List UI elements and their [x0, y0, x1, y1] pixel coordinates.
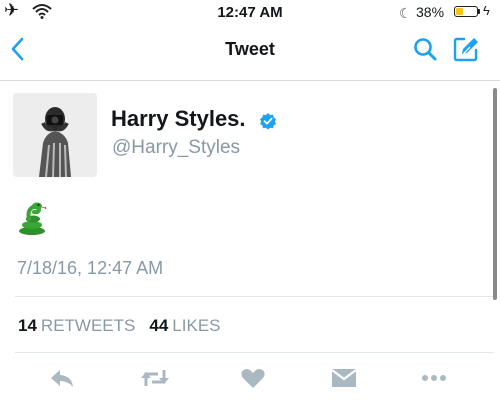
- compose-icon[interactable]: [452, 35, 480, 63]
- avatar[interactable]: [13, 93, 97, 177]
- retweets-stat[interactable]: 14 RETWEETS: [18, 316, 135, 335]
- search-icon[interactable]: [412, 36, 438, 62]
- like-count: 44: [149, 316, 169, 335]
- moon-icon: ☾: [399, 5, 412, 21]
- battery-icon: [454, 6, 478, 17]
- retweets-label: RETWEETS: [40, 316, 136, 335]
- like-icon[interactable]: [240, 366, 266, 390]
- retweet-icon[interactable]: [139, 366, 171, 390]
- battery-percent: 38%: [416, 4, 445, 20]
- divider: [15, 352, 493, 353]
- tweet-stats: 14 RETWEETS 44 LIKES: [18, 316, 221, 336]
- avatar-photo: [13, 93, 97, 177]
- tweet-timestamp: 7/18/16, 12:47 AM: [17, 258, 164, 278]
- likes-stat[interactable]: 44 LIKES: [149, 316, 220, 335]
- status-bar: ✈ 12:47 AM ☾ 38% ϟ: [0, 0, 500, 26]
- direct-message-icon[interactable]: [330, 366, 358, 390]
- author-handle[interactable]: @Harry_Styles: [112, 137, 240, 159]
- likes-label: LIKES: [172, 316, 221, 335]
- more-icon[interactable]: [421, 366, 447, 390]
- verified-badge-icon: [260, 113, 276, 130]
- battery-level-fill: [456, 8, 464, 15]
- charging-bolt-icon: ϟ: [483, 3, 490, 18]
- nav-bar: Tweet: [0, 26, 500, 81]
- divider: [15, 296, 493, 297]
- snake-emoji-icon: [19, 202, 47, 235]
- retweet-count: 14: [18, 316, 37, 335]
- scrollbar[interactable]: [493, 88, 497, 300]
- author-name[interactable]: Harry Styles.: [111, 106, 246, 132]
- battery-cap: [478, 9, 480, 14]
- reply-icon[interactable]: [48, 366, 76, 390]
